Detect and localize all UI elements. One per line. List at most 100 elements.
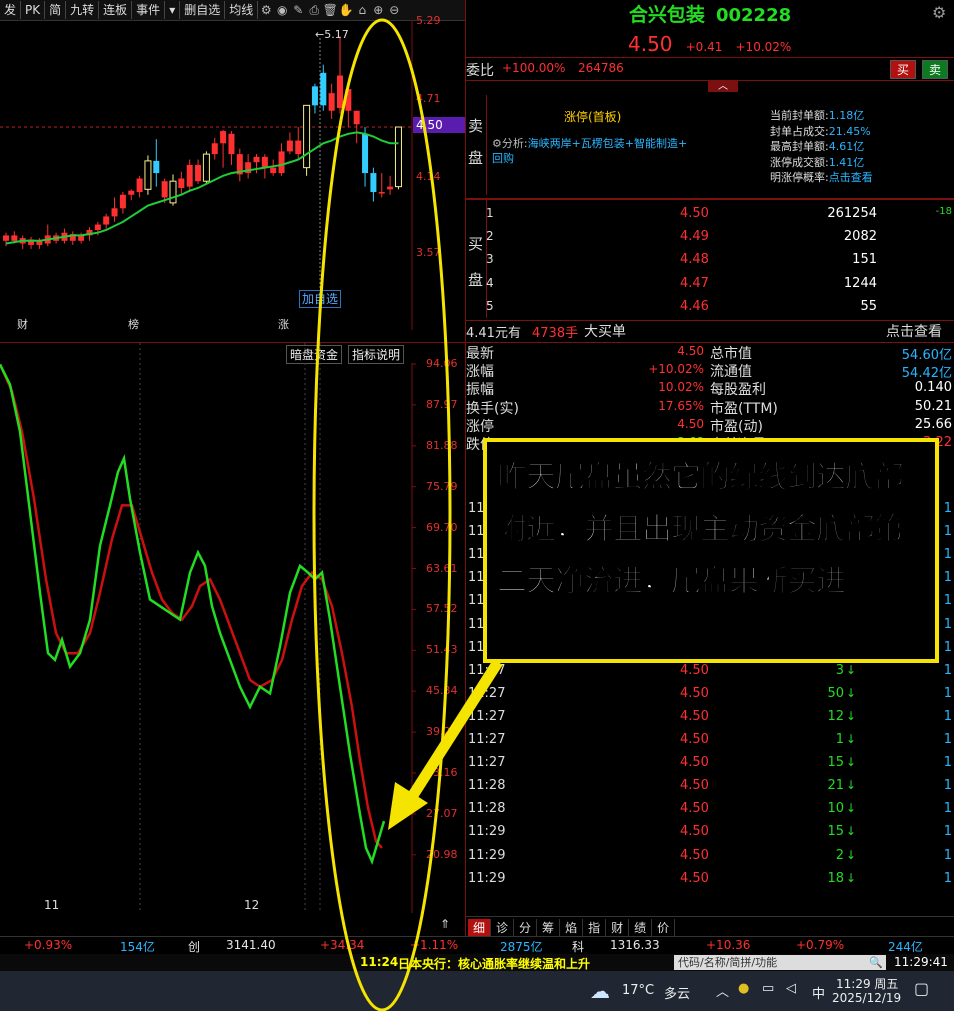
indicator-axis-label: 94.06: [426, 357, 458, 370]
analysis-concepts-2[interactable]: 回购: [492, 152, 514, 165]
tick-time: 11:29: [468, 870, 506, 886]
hand-icon[interactable]: ✋: [338, 3, 354, 17]
index2-pct: +1.11%: [410, 938, 459, 952]
sell-side-char-2: 盘: [468, 149, 484, 167]
tick-count: 1: [943, 732, 952, 747]
big-order-link[interactable]: 点击查看: [886, 321, 942, 341]
bottom-tab[interactable]: 分: [514, 919, 538, 936]
index3-name[interactable]: 科: [572, 938, 584, 955]
sell-side-label: 卖 盘: [468, 110, 484, 174]
buy-level-row[interactable]: 5 4.46 55: [466, 296, 954, 318]
bottom-tab[interactable]: 价: [652, 919, 676, 936]
tick-time: 11:27: [468, 755, 506, 771]
tray-volume-icon[interactable]: ◁: [786, 981, 796, 996]
settings-icon[interactable]: ⚙: [258, 3, 274, 17]
buy-level-row[interactable]: 2 4.49 2082: [466, 226, 954, 248]
buy-button[interactable]: 买: [890, 60, 917, 79]
index1-pct: +0.93%: [24, 938, 73, 952]
toolbar-item-0[interactable]: 发: [0, 1, 22, 19]
ime-indicator[interactable]: 中: [812, 983, 825, 1002]
limit-metrics: 当前封单额:1.18亿 封单占成交:21.45% 最高封单额:4.61亿 涨停成交额:…: [770, 108, 873, 186]
news-time: 11:24: [360, 955, 399, 969]
quote-value: 4.50: [677, 344, 704, 358]
candle-body: [186, 164, 193, 187]
bottom-tab[interactable]: 绩: [629, 919, 653, 936]
notification-icon[interactable]: ▢: [914, 979, 929, 998]
trash-icon[interactable]: 🗑: [322, 3, 338, 17]
collapse-chevron-icon[interactable]: ︿: [708, 81, 738, 92]
taskbar-time[interactable]: 11:29 周五: [836, 975, 898, 992]
down-arrow-icon: ↓: [845, 685, 856, 700]
zoom-in-icon[interactable]: ⊕: [370, 3, 386, 17]
quote-value: 17.65%: [658, 398, 704, 413]
weather-temp[interactable]: 17°C: [622, 983, 654, 998]
bottom-tab[interactable]: 财: [606, 919, 630, 936]
quote-label: 振幅: [466, 382, 494, 399]
index-status-bar: +0.93% 154亿 创 3141.40 +34.34 +1.11% 2875…: [0, 936, 954, 955]
quote-row: 涨停 4.50 市盈(动) 25.66: [466, 416, 954, 435]
tick-count: 1: [943, 593, 952, 609]
bottom-tab[interactable]: 筹: [537, 919, 561, 936]
print-icon[interactable]: ⎙: [306, 3, 322, 18]
candle-body: [387, 186, 394, 190]
buy-level-row[interactable]: 4 4.47 1244: [466, 273, 954, 295]
toolbar-item-5[interactable]: 事件: [132, 1, 166, 19]
bottom-tab[interactable]: 细: [468, 919, 492, 936]
indicator-axis-label: 87.97: [426, 397, 458, 411]
big-order-text: 大买单: [584, 324, 626, 340]
weather-icon[interactable]: ☁: [590, 979, 610, 1003]
limit-metric-row: 明涨停概率:点击查看: [770, 170, 873, 186]
toolbar-item-3[interactable]: 九转: [66, 1, 100, 19]
toolbar-item-1[interactable]: PK: [21, 1, 46, 19]
candle-body: [153, 160, 160, 174]
tray-expand-icon[interactable]: ︿: [716, 981, 729, 1000]
limit-metric-label: 封单占成交:: [770, 124, 829, 138]
search-icon[interactable]: 🔍: [869, 955, 883, 970]
toolbar-item-2[interactable]: 简: [45, 1, 67, 19]
analysis-icon: ⚙: [492, 137, 502, 150]
news-headline[interactable]: 日本央行：核心通胀率继续温和上升: [398, 955, 590, 972]
toolbar-item-6[interactable]: ▾: [165, 1, 181, 19]
tick-volume: 2: [835, 847, 844, 863]
quote-label-2: 市盈(TTM): [710, 400, 778, 417]
quote-label-2: 市盈(动): [710, 418, 763, 435]
tray-network-icon[interactable]: ▭: [762, 981, 774, 996]
toolbar-item-4[interactable]: 连板: [99, 1, 133, 19]
tick-count: 1: [943, 685, 952, 701]
bottom-tab[interactable]: 焰: [560, 919, 584, 936]
zoom-out-icon[interactable]: ⊖: [386, 3, 402, 17]
home-icon[interactable]: ⌂: [354, 3, 370, 17]
event-marker-finance[interactable]: 财: [17, 316, 28, 332]
tick-time: 11:29: [468, 847, 506, 863]
tick-count: 1: [943, 801, 952, 817]
event-marker-limit[interactable]: 涨: [278, 316, 289, 332]
toolbar-item-8[interactable]: 均线: [225, 1, 259, 19]
bottom-tab[interactable]: 诊: [491, 919, 515, 936]
buy-level-row[interactable]: 1 4.50 261254 -18: [466, 203, 954, 225]
tick-row: 11:27 4.50 1 1 ↓: [466, 729, 954, 751]
taskbar-date[interactable]: 2025/12/19: [832, 991, 901, 1005]
index2-name[interactable]: 创: [188, 938, 200, 955]
tray-app-icon[interactable]: ●: [738, 981, 749, 996]
quote-value-2: 54.60亿: [901, 348, 952, 363]
buy-level-volume: 1244: [843, 275, 877, 291]
search-box[interactable]: 代码/名称/简拼/功能 🔍: [674, 955, 886, 970]
add-watch-button[interactable]: 加自选: [299, 290, 342, 308]
eye-icon[interactable]: ◉: [274, 3, 290, 17]
limit-metric-value[interactable]: 点击查看: [829, 171, 873, 184]
scroll-top-icon[interactable]: ⇑: [440, 917, 450, 931]
weather-desc[interactable]: 多云: [664, 983, 690, 1002]
limit-metric-label: 涨停成交额:: [770, 155, 829, 169]
indicator-chart[interactable]: [0, 343, 466, 913]
analysis-concepts[interactable]: 海峡两岸+瓦楞包装+智能制造+: [528, 137, 688, 150]
sell-button[interactable]: 卖: [922, 60, 949, 79]
buy-level-row[interactable]: 3 4.48 151: [466, 249, 954, 271]
kline-chart[interactable]: [0, 20, 466, 340]
settings-gear-icon[interactable]: ⚙: [932, 3, 946, 22]
candle-body: [111, 208, 118, 217]
pen-icon[interactable]: ✎: [290, 3, 306, 17]
toolbar-item-7[interactable]: 删自选: [180, 1, 226, 19]
event-marker-rank[interactable]: 榜: [128, 316, 139, 332]
bottom-tab[interactable]: 指: [583, 919, 607, 936]
tick-count: 1: [943, 547, 952, 563]
